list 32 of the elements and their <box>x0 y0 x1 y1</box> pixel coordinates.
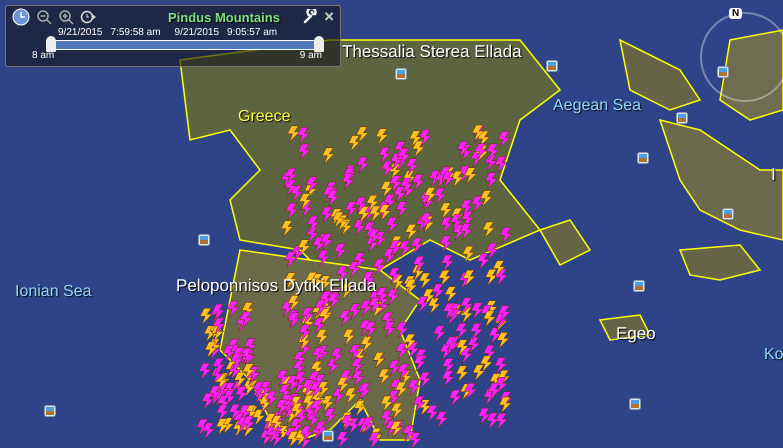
close-button[interactable]: × <box>324 9 334 25</box>
end-date: 9/21/2015 <box>174 27 220 38</box>
photo-marker-icon[interactable] <box>44 405 56 417</box>
clock-icon[interactable] <box>12 8 30 26</box>
photo-marker-icon[interactable] <box>322 430 334 442</box>
map-label: Thessalia Sterea Ellada <box>342 42 522 62</box>
start-hour-label: 8 am <box>32 50 54 61</box>
start-time: 7:59:58 am <box>110 27 161 38</box>
end-hour-label: 9 am <box>300 50 322 61</box>
map-label: Ionian Sea <box>15 283 92 301</box>
clock-play-icon[interactable] <box>80 9 96 25</box>
photo-marker-icon[interactable] <box>546 60 558 72</box>
map-label: Aegean Sea <box>553 97 642 115</box>
zoom-out-icon[interactable] <box>36 9 52 25</box>
photo-marker-icon[interactable] <box>633 280 645 292</box>
zoom-in-icon[interactable] <box>58 9 74 25</box>
photo-marker-icon[interactable] <box>637 152 649 164</box>
photo-marker-icon[interactable] <box>722 208 734 220</box>
photo-marker-icon[interactable] <box>629 398 641 410</box>
map-label: Ko <box>764 346 783 364</box>
photo-marker-icon[interactable] <box>717 66 729 78</box>
north-indicator[interactable]: N <box>729 8 742 19</box>
photo-marker-icon[interactable] <box>198 234 210 246</box>
start-handle[interactable] <box>46 36 56 52</box>
start-date: 9/21/2015 <box>58 27 102 38</box>
map-label: Pindus Mountains <box>168 10 280 25</box>
map-label: Greece <box>238 108 290 126</box>
map-label: I <box>771 165 776 185</box>
photo-marker-icon[interactable] <box>395 68 407 80</box>
end-handle[interactable] <box>314 36 324 52</box>
end-time: 9:05:57 am <box>227 27 278 38</box>
photo-marker-icon[interactable] <box>676 112 688 124</box>
